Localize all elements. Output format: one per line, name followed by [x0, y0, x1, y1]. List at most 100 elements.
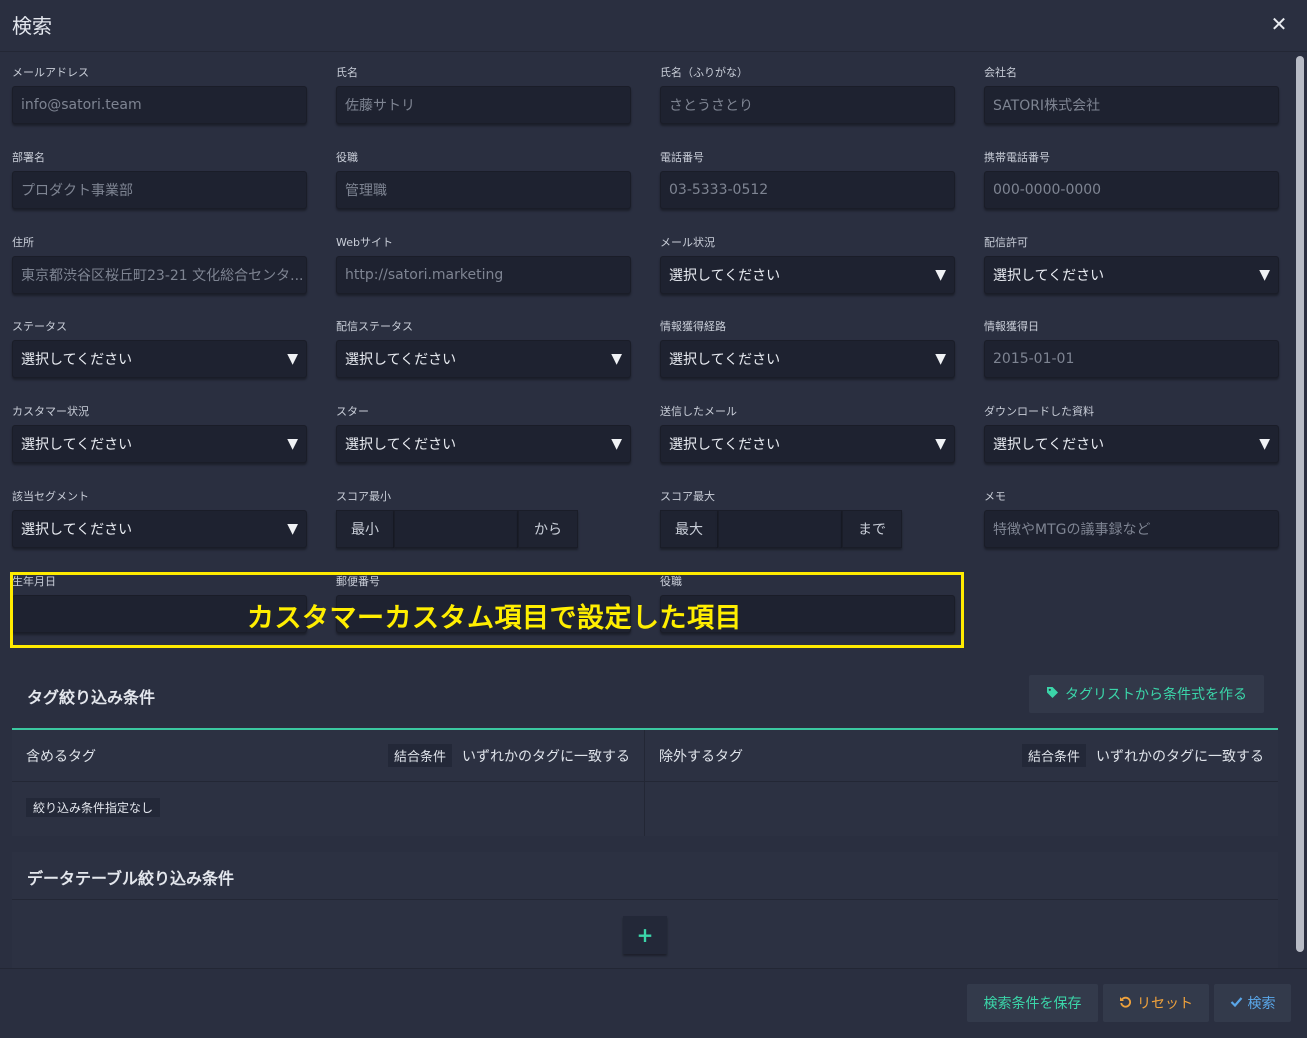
add-datatable-filter-button[interactable]: +: [623, 916, 667, 954]
include-tags-column: 含めるタグ 結合条件 いずれかのタグに一致する 絞り込み条件指定なし: [12, 730, 645, 836]
delivery-permission-field: 配信許可 選択してください ▼: [984, 235, 1279, 294]
field-label: ダウンロードした資料: [984, 405, 1094, 418]
segment-select[interactable]: 選択してください ▼: [12, 510, 307, 548]
field-label: 情報獲得経路: [660, 320, 726, 333]
field-label: スコア最大: [660, 490, 715, 503]
datatable-filter-title: データテーブル絞り込み条件: [27, 869, 235, 888]
field-label: 住所: [12, 236, 34, 249]
field-label: 情報獲得日: [984, 320, 1039, 333]
memo-input[interactable]: 特徴やMTGの議事録など: [984, 510, 1279, 548]
acquisition-route-select[interactable]: 選択してください ▼: [660, 340, 955, 378]
score-max-field: スコア最大 最大 まで: [660, 489, 902, 548]
delivery-status-field: 配信ステータス 選択してください ▼: [336, 319, 631, 378]
score-min-field: スコア最小 最小 から: [336, 489, 578, 548]
sent-mail-select[interactable]: 選択してください ▼: [660, 425, 955, 463]
email-field: メールアドレス info@satori.team: [12, 65, 307, 124]
caret-down-icon: ▼: [611, 351, 622, 367]
exclude-tags-label: 除外するタグ: [659, 748, 743, 765]
exclude-tags-column: 除外するタグ 結合条件 いずれかのタグに一致する: [645, 730, 1278, 836]
department-field: 部署名 プロダクト事業部: [12, 150, 307, 209]
reset-label: リセット: [1137, 996, 1193, 1012]
score-max-prefix: 最大: [660, 510, 718, 548]
caret-down-icon: ▼: [1259, 436, 1270, 452]
address-input[interactable]: 東京都渋谷区桜丘町23-21 文化総合センタ...: [12, 256, 307, 294]
caret-down-icon: ▼: [287, 351, 298, 367]
mobile-field: 携帯電話番号 000-0000-0000: [984, 150, 1279, 209]
tag-filter-title: タグ絞り込み条件: [27, 688, 156, 707]
join-condition-value[interactable]: いずれかのタグに一致する: [1096, 746, 1264, 766]
star-select[interactable]: 選択してください ▼: [336, 425, 631, 463]
close-icon[interactable]: ✕: [1267, 12, 1291, 36]
create-from-taglist-button[interactable]: タグリストから条件式を作る: [1029, 675, 1264, 713]
customer-status-select[interactable]: 選択してください ▼: [12, 425, 307, 463]
search-modal: 検索 ✕ メールアドレス info@satori.team 氏名 佐藤サトリ 氏…: [0, 0, 1307, 1038]
field-label: 送信したメール: [660, 405, 737, 418]
mail-status-field: メール状況 選択してください ▼: [660, 235, 955, 294]
reset-button[interactable]: リセット: [1103, 984, 1209, 1022]
name-input[interactable]: 佐藤サトリ: [336, 86, 631, 124]
field-label: 携帯電話番号: [984, 151, 1050, 164]
mail-status-select[interactable]: 選択してください ▼: [660, 256, 955, 294]
delivery-status-select[interactable]: 選択してください ▼: [336, 340, 631, 378]
join-condition-value[interactable]: いずれかのタグに一致する: [462, 746, 630, 766]
search-button[interactable]: 検索: [1214, 984, 1291, 1022]
name-kana-field: 氏名（ふりがな） さとうさとり: [660, 65, 955, 124]
select-value: 選択してください: [345, 352, 457, 368]
caret-down-icon: ▼: [611, 436, 622, 452]
tag-filter-table: 含めるタグ 結合条件 いずれかのタグに一致する 絞り込み条件指定なし 除外するタ…: [12, 728, 1278, 836]
position-input[interactable]: 管理職: [336, 171, 631, 209]
company-field: 会社名 SATORI株式会社: [984, 65, 1279, 124]
field-label: 会社名: [984, 66, 1017, 79]
field-label: 電話番号: [660, 151, 704, 164]
include-tags-header: 含めるタグ 結合条件 いずれかのタグに一致する: [12, 730, 644, 782]
exclude-tags-header: 除外するタグ 結合条件 いずれかのタグに一致する: [645, 730, 1278, 782]
undo-icon: [1119, 995, 1132, 1012]
score-max-range: 最大 まで: [660, 510, 902, 548]
status-select[interactable]: 選択してください ▼: [12, 340, 307, 378]
caret-down-icon: ▼: [287, 436, 298, 452]
score-max-input[interactable]: [718, 510, 842, 548]
caret-down-icon: ▼: [287, 521, 298, 537]
field-label: 該当セグメント: [12, 490, 89, 503]
segment-field: 該当セグメント 選択してください ▼: [12, 489, 307, 548]
score-min-input[interactable]: [394, 510, 518, 548]
acquisition-date-field: 情報獲得日 2015-01-01: [984, 319, 1279, 378]
score-min-suffix: から: [518, 510, 578, 548]
website-input[interactable]: http://satori.marketing: [336, 256, 631, 294]
select-value: 選択してください: [669, 352, 781, 368]
score-min-range: 最小 から: [336, 510, 578, 548]
score-min-prefix: 最小: [336, 510, 394, 548]
field-label: 氏名（ふりがな）: [660, 66, 748, 79]
select-value: 選択してください: [21, 522, 133, 538]
modal-header: 検索 ✕: [0, 0, 1307, 52]
scrollbar-thumb[interactable]: [1296, 56, 1304, 952]
name-kana-input[interactable]: さとうさとり: [660, 86, 955, 124]
position-field: 役職 管理職: [336, 150, 631, 209]
phone-field: 電話番号 03-5333-0512: [660, 150, 955, 209]
downloaded-select[interactable]: 選択してください ▼: [984, 425, 1279, 463]
select-value: 選択してください: [669, 437, 781, 453]
downloaded-field: ダウンロードした資料 選択してください ▼: [984, 404, 1279, 463]
phone-input[interactable]: 03-5333-0512: [660, 171, 955, 209]
name-field: 氏名 佐藤サトリ: [336, 65, 631, 124]
status-field: ステータス 選択してください ▼: [12, 319, 307, 378]
create-from-taglist-label: タグリストから条件式を作る: [1065, 687, 1247, 703]
address-field: 住所 東京都渋谷区桜丘町23-21 文化総合センタ...: [12, 235, 307, 294]
mobile-input[interactable]: 000-0000-0000: [984, 171, 1279, 209]
check-icon: [1230, 995, 1243, 1012]
caret-down-icon: ▼: [1259, 267, 1270, 283]
save-search-button[interactable]: 検索条件を保存: [967, 984, 1098, 1022]
memo-field: メモ 特徴やMTGの議事録など: [984, 489, 1279, 548]
delivery-permission-select[interactable]: 選択してください ▼: [984, 256, 1279, 294]
customer-status-field: カスタマー状況 選択してください ▼: [12, 404, 307, 463]
company-input[interactable]: SATORI株式会社: [984, 86, 1279, 124]
caret-down-icon: ▼: [935, 351, 946, 367]
field-label: メールアドレス: [12, 66, 89, 79]
select-value: 選択してください: [345, 437, 457, 453]
acquisition-date-input[interactable]: 2015-01-01: [984, 340, 1279, 378]
field-label: Webサイト: [336, 236, 393, 249]
acquisition-route-field: 情報獲得経路 選択してください ▼: [660, 319, 955, 378]
field-label: 氏名: [336, 66, 358, 79]
department-input[interactable]: プロダクト事業部: [12, 171, 307, 209]
email-input[interactable]: info@satori.team: [12, 86, 307, 124]
